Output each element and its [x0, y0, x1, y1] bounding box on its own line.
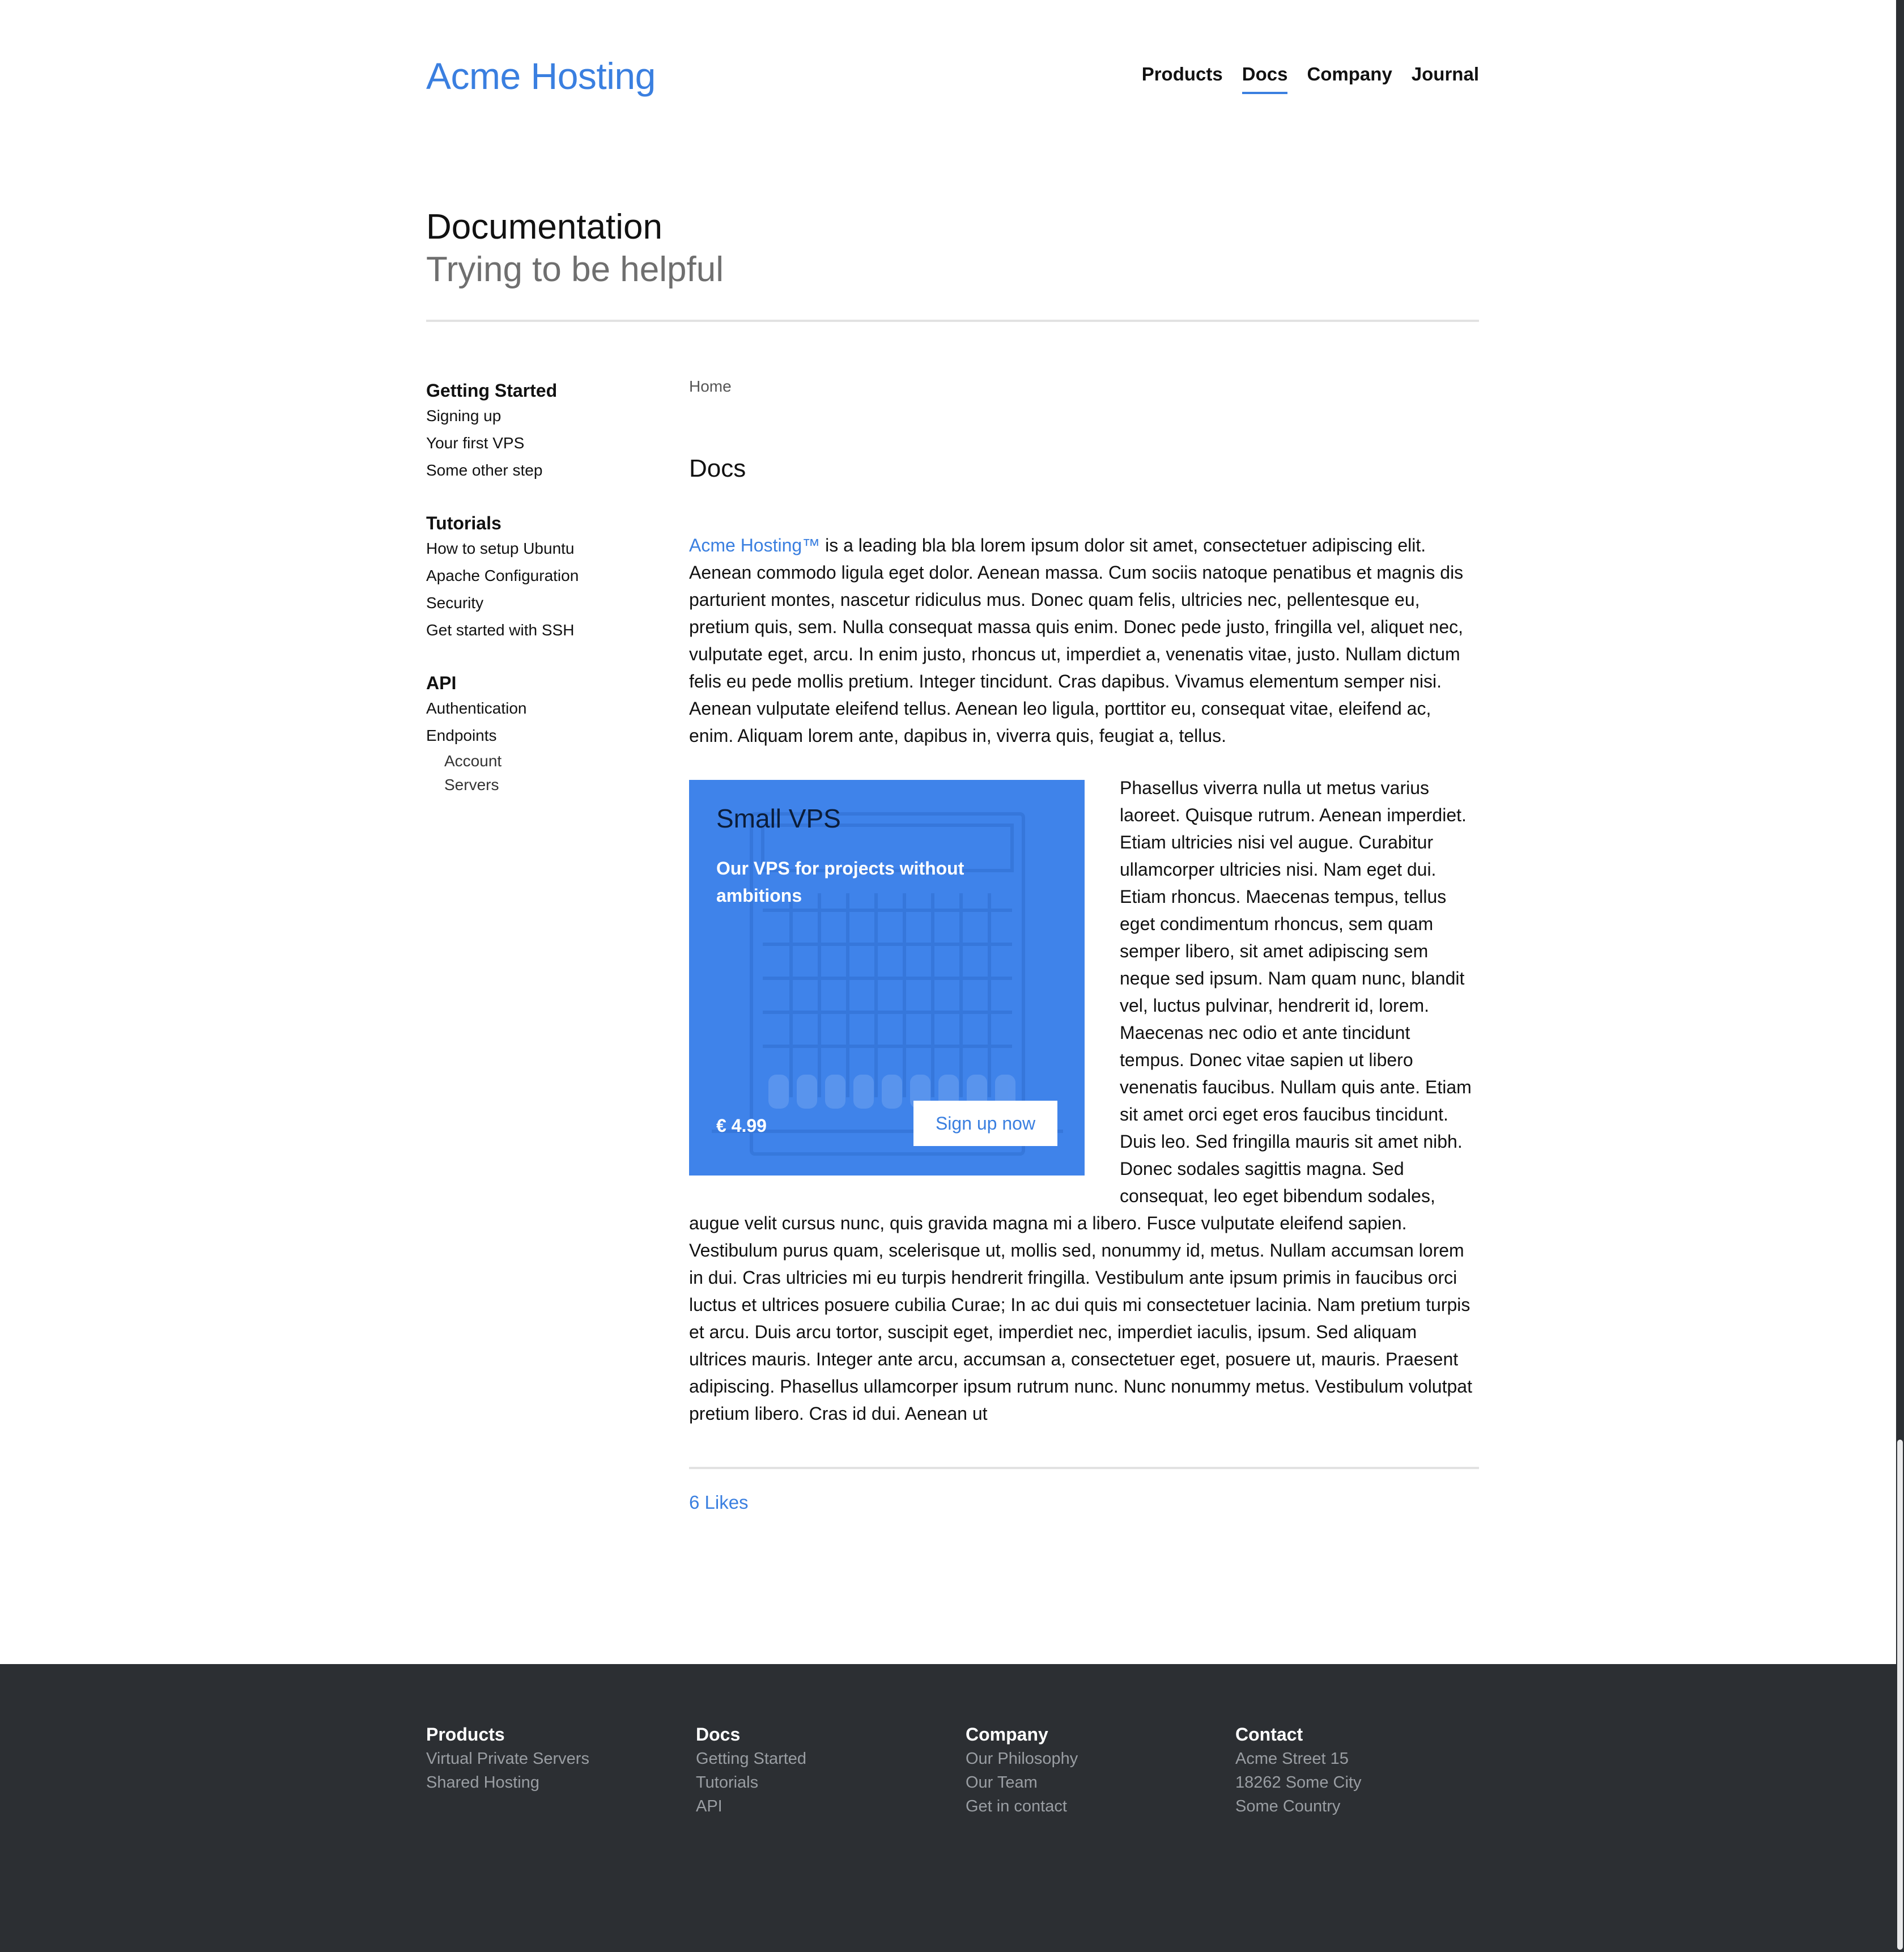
- sidebar-heading[interactable]: Tutorials: [426, 511, 653, 535]
- sidebar-group-tutorials: Tutorials How to setup Ubuntu Apache Con…: [426, 511, 653, 644]
- site-logo[interactable]: Acme Hosting: [426, 54, 656, 97]
- sidebar-group-api: API Authentication Endpoints Account Ser…: [426, 671, 653, 797]
- hero-divider: [426, 320, 1479, 322]
- scrollbar-thumb[interactable]: [1897, 1440, 1903, 1950]
- page-subtitle: Trying to be helpful: [426, 250, 724, 289]
- footer-heading: Contact: [1235, 1724, 1303, 1745]
- sidebar-item-other-step[interactable]: Some other step: [426, 457, 653, 484]
- sidebar-item-first-vps[interactable]: Your first VPS: [426, 430, 653, 457]
- sidebar-item-signing-up[interactable]: Signing up: [426, 402, 653, 430]
- likes-link[interactable]: 6 Likes: [689, 1492, 1479, 1513]
- card-price: € 4.99: [716, 1115, 767, 1136]
- footer-link-philosophy[interactable]: Our Philosophy: [966, 1747, 1226, 1771]
- body-section: Small VPS Our VPS for projects without a…: [689, 774, 1479, 1427]
- footer-heading: Company: [966, 1724, 1048, 1745]
- footer-link-shared-hosting[interactable]: Shared Hosting: [426, 1771, 687, 1794]
- footer-heading: Docs: [696, 1724, 741, 1745]
- intro-paragraph: Acme Hosting™ is a leading bla bla lorem…: [689, 532, 1479, 749]
- vps-promo-card: Small VPS Our VPS for projects without a…: [689, 780, 1085, 1176]
- docs-sidebar: Getting Started Signing up Your first VP…: [426, 379, 653, 824]
- page-scrollbar[interactable]: [1896, 0, 1904, 1952]
- brand-link[interactable]: Acme Hosting™: [689, 535, 820, 555]
- sidebar-subitem-servers[interactable]: Servers: [426, 773, 653, 797]
- footer-address-street: Acme Street 15: [1235, 1750, 1349, 1768]
- card-title: Small VPS: [716, 804, 841, 833]
- footer-heading: Products: [426, 1724, 505, 1745]
- site-header: Acme Hosting Products Docs Company Journ…: [426, 51, 1479, 108]
- footer-col-products: Products Virtual Private Servers Shared …: [426, 1722, 687, 1794]
- page: Acme Hosting Products Docs Company Journ…: [0, 0, 1904, 1952]
- footer-address-city: 18262 Some City: [1235, 1773, 1362, 1792]
- footer-link-vps[interactable]: Virtual Private Servers: [426, 1747, 687, 1771]
- sidebar-heading[interactable]: API: [426, 671, 653, 695]
- nav-products[interactable]: Products: [1142, 63, 1223, 94]
- intro-text: is a leading bla bla lorem ipsum dolor s…: [689, 535, 1464, 746]
- sidebar-subitem-account[interactable]: Account: [426, 749, 653, 773]
- page-title: Documentation: [426, 207, 663, 247]
- content-title: Docs: [689, 455, 746, 482]
- nav-journal[interactable]: Journal: [1412, 63, 1479, 94]
- footer-link-tutorials[interactable]: Tutorials: [696, 1771, 957, 1794]
- footer-col-docs: Docs Getting Started Tutorials API: [696, 1722, 957, 1818]
- sidebar-item-apache-config[interactable]: Apache Configuration: [426, 562, 653, 589]
- main-nav: Products Docs Company Journal: [1142, 63, 1479, 94]
- sidebar-item-ssh[interactable]: Get started with SSH: [426, 617, 653, 644]
- footer-link-team[interactable]: Our Team: [966, 1771, 1226, 1794]
- docs-content: Home Docs Acme Hosting™ is a leading bla…: [689, 377, 1479, 1513]
- card-description: Our VPS for projects without ambitions: [716, 858, 964, 906]
- sidebar-heading[interactable]: Getting Started: [426, 379, 653, 402]
- sign-up-button[interactable]: Sign up now: [913, 1101, 1057, 1146]
- footer-col-contact: Contact Acme Street 15 18262 Some City S…: [1235, 1722, 1496, 1818]
- sidebar-item-endpoints[interactable]: Endpoints: [426, 722, 653, 749]
- site-footer: Products Virtual Private Servers Shared …: [0, 1664, 1896, 1952]
- footer-link-contact[interactable]: Get in contact: [966, 1794, 1226, 1818]
- nav-docs[interactable]: Docs: [1242, 63, 1287, 94]
- footer-col-company: Company Our Philosophy Our Team Get in c…: [966, 1722, 1226, 1818]
- footer-address-country: Some Country: [1235, 1797, 1341, 1815]
- breadcrumb-home[interactable]: Home: [689, 377, 732, 395]
- footer-link-api[interactable]: API: [696, 1794, 957, 1818]
- sidebar-group-getting-started: Getting Started Signing up Your first VP…: [426, 379, 653, 484]
- sidebar-item-security[interactable]: Security: [426, 589, 653, 617]
- sidebar-item-authentication[interactable]: Authentication: [426, 695, 653, 722]
- footer-link-getting-started[interactable]: Getting Started: [696, 1747, 957, 1771]
- sidebar-item-setup-ubuntu[interactable]: How to setup Ubuntu: [426, 535, 653, 562]
- nav-company[interactable]: Company: [1307, 63, 1392, 94]
- content-divider: [689, 1467, 1479, 1469]
